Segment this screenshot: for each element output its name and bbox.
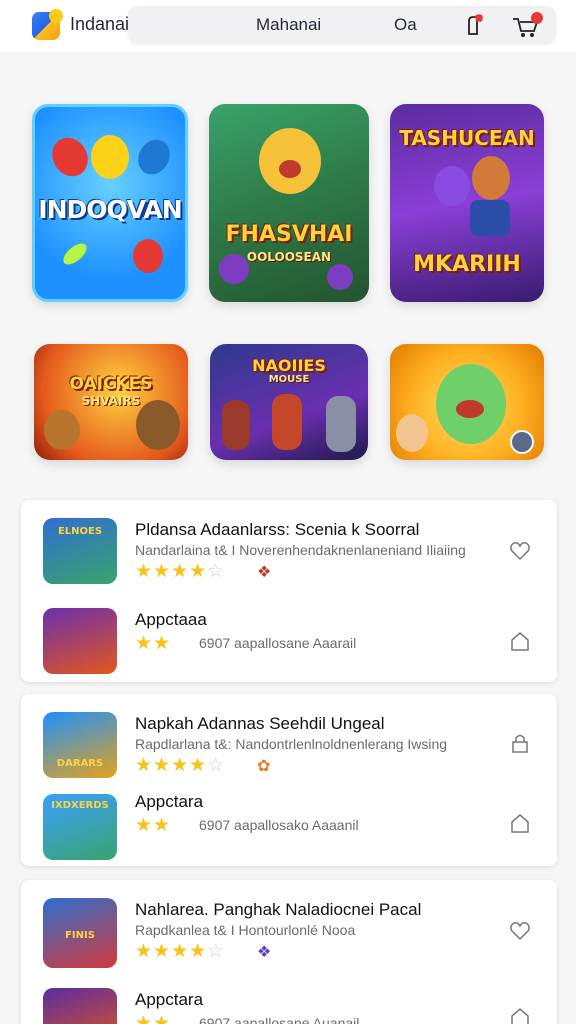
share-icon[interactable] <box>509 630 531 652</box>
app-title: Nahlarea. Panghak Naladiocnei Pacal <box>135 900 422 919</box>
app-thumbnail: IXDXERDS <box>43 794 117 860</box>
tile-art <box>45 131 95 183</box>
search-bar[interactable] <box>128 6 556 44</box>
game-title-secondary: MKARIIH <box>413 252 521 277</box>
app-title: Appctaaa <box>135 610 207 629</box>
page-title: Mahanai <box>256 15 322 34</box>
share-icon[interactable] <box>509 1006 531 1024</box>
tile-art <box>59 239 91 269</box>
rating-stars: ★★ <box>135 633 172 654</box>
character-art <box>472 156 510 200</box>
rating-stars: ★★ <box>135 815 172 836</box>
character-art <box>396 414 428 452</box>
cart-icon[interactable] <box>510 11 546 39</box>
share-icon[interactable] <box>509 812 531 834</box>
character-mouth <box>456 400 484 418</box>
character-mouth <box>279 160 301 178</box>
featured-game-tile-4[interactable]: OAICKES SHVAIRS <box>34 344 188 460</box>
tile-art <box>132 133 176 181</box>
play-button-icon[interactable] <box>510 430 534 454</box>
featured-game-tile-2[interactable]: FHASVHAI OOLOOSEAN <box>209 104 369 302</box>
list-item[interactable]: Appctara ★★ 6907 aapallosane Auanail <box>21 980 557 1024</box>
badge-icon: ✿ <box>257 758 271 775</box>
app-meta: 6907 aapallosane Aaarail <box>199 635 357 651</box>
character-art <box>44 410 80 450</box>
game-title: OAICKES <box>69 374 153 394</box>
app-list-card: FINIS Nahlarea. Panghak Naladiocnei Paca… <box>21 880 557 1024</box>
tile-art <box>91 135 129 179</box>
app-meta: 6907 aapallosako Aaaanil <box>199 817 359 833</box>
badge-icon: ❖ <box>257 564 272 581</box>
character-art <box>434 166 470 206</box>
list-item[interactable]: IXDXERDS Appctara ★★ 6907 aapallosako Aa… <box>21 788 557 868</box>
app-logo-icon[interactable] <box>32 9 63 40</box>
featured-game-tile-5[interactable]: NAOIIES MOUSE <box>210 344 368 460</box>
character-art <box>470 200 510 236</box>
game-title: FHASVHAI <box>225 222 353 247</box>
app-thumbnail: FINIS <box>43 898 117 968</box>
featured-game-tile-3[interactable]: TASHUCEAN MKARIIH <box>390 104 544 302</box>
app-list-card: ELNOES Pldansa Adaanlarss: Scenia k Soor… <box>21 500 557 682</box>
badge-icon: ❖ <box>257 944 272 961</box>
app-title: Appctara <box>135 792 204 811</box>
search-query-text[interactable]: Oa <box>394 15 417 35</box>
heart-icon[interactable] <box>509 920 531 942</box>
character-art <box>272 394 302 450</box>
game-title: NAOIIES <box>252 356 326 375</box>
rating-stars: ★★ <box>135 1013 172 1024</box>
rating-stars: ★★★★☆ <box>135 941 226 962</box>
game-title: INDOQVAN <box>38 195 182 224</box>
thumbnail-label: ELNOES <box>57 526 103 537</box>
featured-game-tile-6[interactable] <box>390 344 544 460</box>
game-subtitle: MOUSE <box>268 374 310 385</box>
top-bar: Indanaik Mahanai Oa <box>0 0 576 52</box>
game-subtitle: OOLOOSEAN <box>246 250 332 264</box>
list-item[interactable]: ELNOES Pldansa Adaanlarss: Scenia k Soor… <box>21 510 557 590</box>
rating-stars: ★★★★☆ <box>135 755 226 776</box>
thumbnail-label: IXDXERDS <box>51 800 109 811</box>
tile-art <box>133 239 163 273</box>
thumbnail-label: FINIS <box>65 930 95 941</box>
app-title: Napkah Adannas Seehdil Ungeal <box>135 714 385 733</box>
featured-game-tile-1[interactable]: INDOQVAN <box>32 104 188 302</box>
lock-icon[interactable] <box>509 732 531 754</box>
character-art <box>326 396 356 452</box>
app-list-card: DARARS Napkah Adannas Seehdil Ungeal Rap… <box>21 694 557 866</box>
list-item[interactable]: Appctaaa ★★ 6907 aapallosane Aaarail <box>21 600 557 680</box>
rating-stars: ★★★★☆ <box>135 561 226 582</box>
app-subtitle: Rapdkanlea t& I Hontourlonlé Nooa <box>135 922 356 938</box>
list-item[interactable]: FINIS Nahlarea. Panghak Naladiocnei Paca… <box>21 890 557 970</box>
app-meta: 6907 aapallosane Auanail <box>199 1015 360 1024</box>
app-subtitle: Rapdlarlana t&: Nandontrlenlnoldnenleran… <box>135 736 448 752</box>
app-title: Appctara <box>135 990 204 1009</box>
tile-art <box>327 264 353 290</box>
notification-bell-icon[interactable] <box>462 12 488 38</box>
character-art <box>222 400 250 450</box>
app-subtitle: Nandarlaina t& I Noverenhendaknenlanenia… <box>135 542 466 558</box>
app-thumbnail: ELNOES <box>43 518 117 584</box>
app-thumbnail <box>43 988 117 1024</box>
thumbnail-label: DARARS <box>56 758 104 769</box>
list-item[interactable]: DARARS Napkah Adannas Seehdil Ungeal Rap… <box>21 704 557 784</box>
character-art <box>136 400 180 450</box>
app-thumbnail: DARARS <box>43 712 117 778</box>
app-title: Pldansa Adaanlarss: Scenia k Soorral <box>135 520 420 539</box>
heart-icon[interactable] <box>509 540 531 562</box>
game-title: TASHUCEAN <box>399 126 535 150</box>
app-thumbnail <box>43 608 117 674</box>
